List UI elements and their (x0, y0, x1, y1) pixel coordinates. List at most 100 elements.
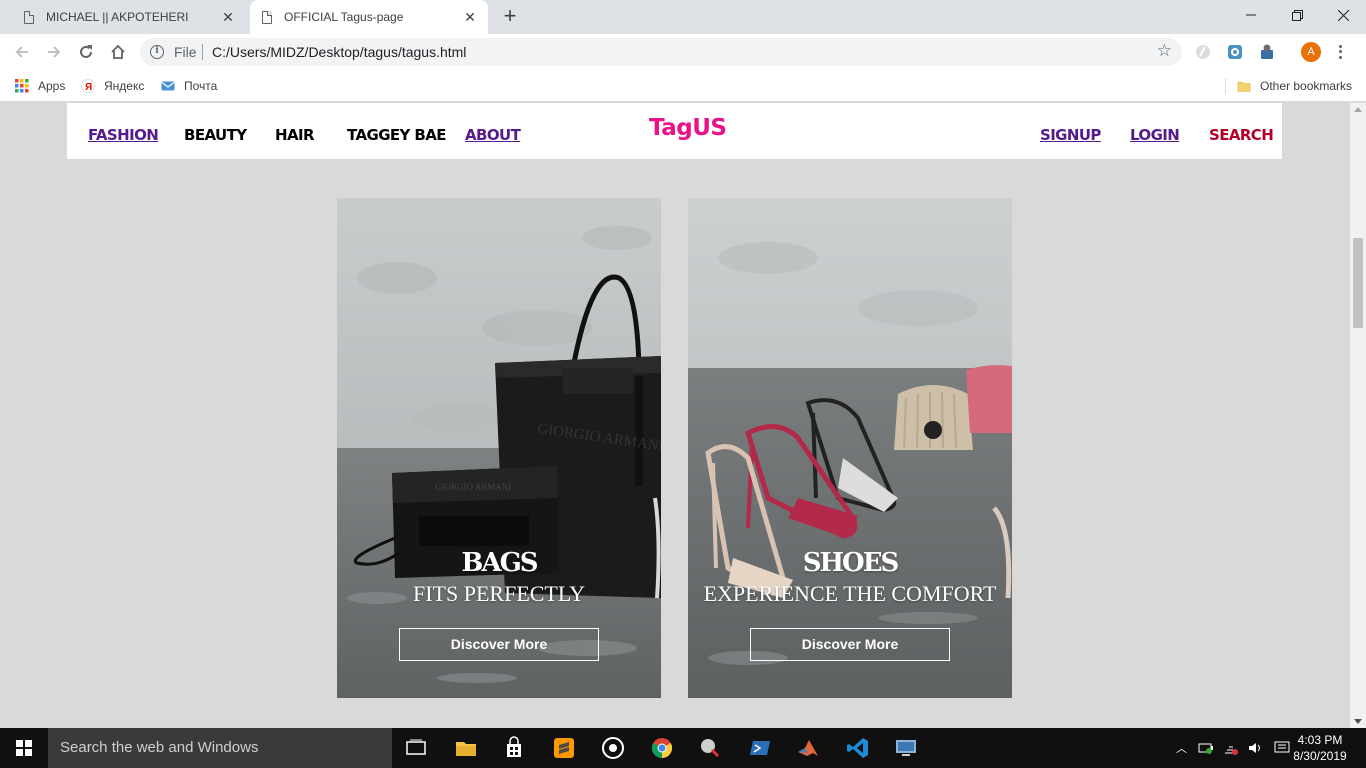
page-icon (262, 10, 272, 24)
clock-date: 8/30/2019 (1293, 749, 1347, 763)
media-player-icon[interactable] (601, 736, 625, 760)
windows-logo-icon (16, 740, 32, 756)
site-navbar: FASHION BEAUTY HAIR TAGGEY BAE ABOUT Tag… (67, 103, 1282, 159)
bags-card[interactable]: GIORGIO ARMANI GIORGIO ARMANI BAGS FITS … (337, 198, 661, 698)
nav-fashion[interactable]: FASHION (88, 126, 159, 144)
other-bookmarks[interactable]: Other bookmarks (1237, 77, 1352, 95)
address-bar[interactable]: i File C:/Users/MIDZ/Desktop/tagus/tagus… (140, 38, 1182, 66)
folder-icon (1237, 81, 1251, 92)
nav-about[interactable]: ABOUT (465, 126, 521, 144)
omnibox-divider (202, 44, 203, 60)
shoes-discover-more-button[interactable]: Discover More (750, 628, 950, 661)
shoes-subheading: EXPERIENCE THE COMFORT (703, 581, 997, 606)
site-logo[interactable]: TagUS (649, 115, 727, 141)
nav-signup[interactable]: SIGNUP (1040, 126, 1101, 144)
bookmark-yandex[interactable]: Я Яндекс (81, 77, 144, 95)
clock-time: 4:03 PM (1297, 733, 1343, 747)
forward-button[interactable] (42, 40, 66, 64)
back-arrow-icon (15, 46, 28, 58)
home-button[interactable] (106, 40, 130, 64)
nav-hair[interactable]: HAIR (275, 126, 315, 144)
forward-arrow-icon (48, 46, 61, 58)
reload-button[interactable] (74, 40, 98, 64)
sublime-text-icon[interactable] (552, 736, 576, 760)
nav-login[interactable]: LOGIN (1130, 126, 1180, 144)
restore-icon (1291, 9, 1303, 21)
matlab-icon[interactable] (796, 736, 820, 760)
mail-icon (161, 81, 175, 91)
close-icon (1337, 9, 1349, 21)
close-tab-icon[interactable]: ✕ (462, 9, 478, 25)
store-icon[interactable] (502, 736, 526, 760)
nav-search[interactable]: SEARCH (1209, 126, 1274, 144)
extension-icon[interactable] (1258, 43, 1276, 61)
extension-icon[interactable] (1226, 43, 1244, 61)
nav-taggey-bae[interactable]: TAGGEY BAE (347, 126, 447, 144)
tab-title: MICHAEL || AKPOTEHERI (46, 10, 189, 24)
tab-michael[interactable]: MICHAEL || AKPOTEHERI ✕ (12, 0, 246, 34)
extension-icon[interactable] (1194, 43, 1212, 61)
shoes-image (688, 198, 1012, 698)
vscode-icon[interactable] (846, 736, 870, 760)
home-icon (111, 44, 125, 59)
bookmark-apps[interactable]: Apps (15, 77, 65, 95)
page-icon (24, 10, 34, 24)
menu-icon[interactable] (1334, 42, 1346, 62)
bookmark-mail[interactable]: Почта (161, 77, 217, 95)
minimize-icon (1246, 14, 1256, 16)
page-viewport: FASHION BEAUTY HAIR TAGGEY BAE ABOUT Tag… (0, 103, 1350, 728)
svg-text:Я: Я (85, 82, 92, 93)
bookmark-star-icon[interactable]: ☆ (1157, 41, 1172, 61)
new-tab-button[interactable]: + (499, 5, 521, 27)
profile-avatar[interactable]: A (1301, 42, 1321, 62)
scroll-up-arrow-icon[interactable] (1354, 107, 1362, 112)
task-view-icon[interactable] (404, 736, 428, 760)
network-icon[interactable] (1223, 741, 1239, 755)
restore-button[interactable] (1274, 0, 1320, 30)
scrollbar-thumb[interactable] (1353, 238, 1363, 328)
shoes-heading: SHOES (802, 548, 900, 578)
remote-desktop-icon[interactable] (894, 736, 918, 760)
start-button[interactable] (0, 728, 48, 768)
bookmark-label: Яндекс (104, 79, 145, 93)
bookmarks-separator (1225, 78, 1226, 94)
yandex-icon: Я (81, 79, 95, 93)
bookmarks-bar: Apps Я Яндекс Почта Other bookmarks (0, 70, 1366, 102)
nav-beauty[interactable]: BEAUTY (184, 126, 247, 144)
bags-discover-more-button[interactable]: Discover More (399, 628, 599, 661)
tab-strip: MICHAEL || AKPOTEHERI ✕ OFFICIAL Tagus-p… (0, 0, 1366, 34)
browser-toolbar: i File C:/Users/MIDZ/Desktop/tagus/tagus… (0, 34, 1366, 70)
scheme-label: File (174, 44, 197, 60)
volume-icon[interactable] (1248, 741, 1264, 755)
other-bookmarks-label: Other bookmarks (1260, 79, 1353, 93)
windows-taskbar: Search the web and Windows ︿ 4:03 PM 8/3… (0, 728, 1366, 768)
tab-tagus[interactable]: OFFICIAL Tagus-page ✕ (250, 0, 488, 34)
apps-grid-icon (15, 79, 29, 93)
taskbar-clock[interactable]: 4:03 PM 8/30/2019 (1290, 732, 1350, 764)
bags-image: GIORGIO ARMANI GIORGIO ARMANI (337, 198, 661, 698)
taskbar-search-box[interactable]: Search the web and Windows (48, 728, 392, 768)
app-icon[interactable] (698, 736, 722, 760)
url-text[interactable]: C:/Users/MIDZ/Desktop/tagus/tagus.html (212, 44, 466, 60)
close-window-button[interactable] (1320, 0, 1366, 30)
close-tab-icon[interactable]: ✕ (220, 9, 236, 25)
reload-icon (80, 45, 92, 58)
notification-icon[interactable] (1274, 741, 1290, 755)
back-button[interactable] (10, 40, 34, 64)
page-scrollbar[interactable] (1350, 103, 1366, 728)
battery-icon[interactable] (1198, 741, 1214, 755)
bookmark-label: Почта (184, 79, 218, 93)
svg-text:GIORGIO ARMANI: GIORGIO ARMANI (435, 482, 511, 492)
bookmark-label: Apps (38, 79, 66, 93)
tab-title: OFFICIAL Tagus-page (284, 10, 404, 24)
shoes-card[interactable]: SHOES EXPERIENCE THE COMFORT Discover Mo… (688, 198, 1012, 698)
minimize-button[interactable] (1228, 0, 1274, 30)
powershell-icon[interactable] (748, 736, 772, 760)
chrome-icon[interactable] (650, 736, 674, 760)
bags-subheading: FITS PERFECTLY (413, 581, 585, 606)
file-explorer-icon[interactable] (454, 736, 478, 760)
bags-heading: BAGS (461, 548, 538, 578)
chevron-up-icon[interactable]: ︿ (1176, 740, 1190, 756)
scroll-down-arrow-icon[interactable] (1354, 719, 1362, 724)
info-icon[interactable]: i (150, 45, 164, 59)
